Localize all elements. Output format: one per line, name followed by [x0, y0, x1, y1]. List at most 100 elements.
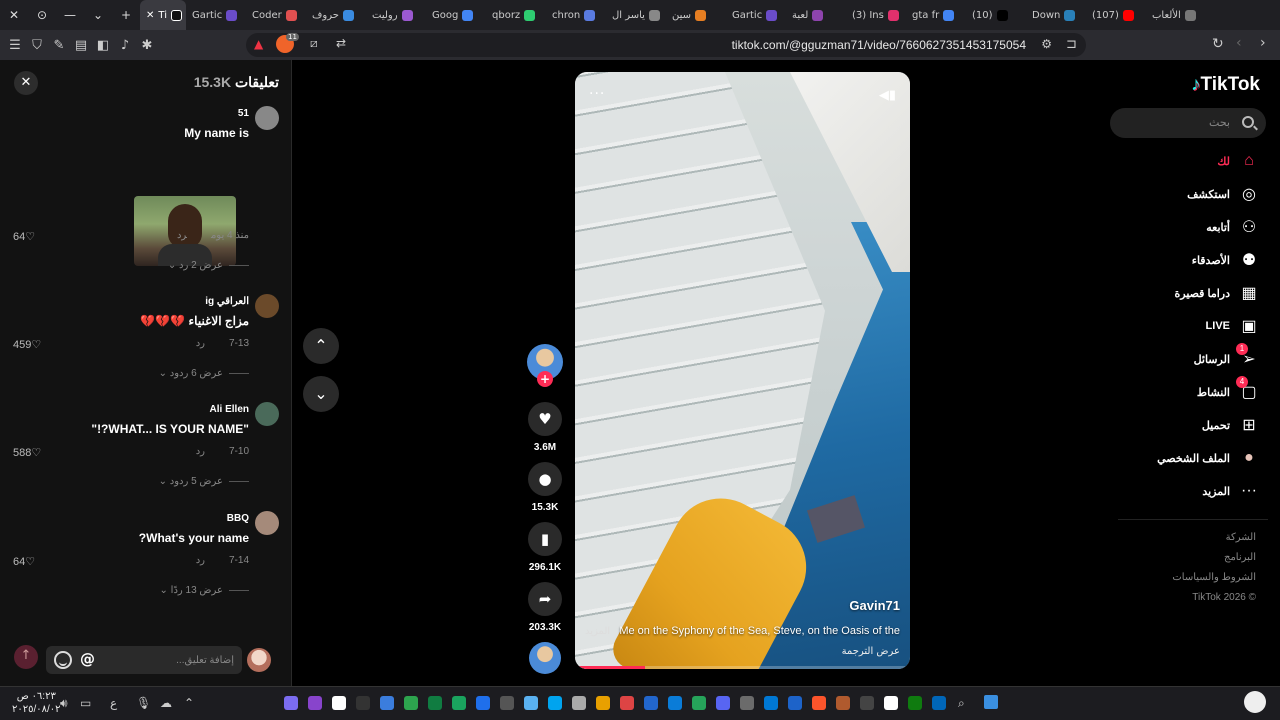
browser-tab[interactable]: gta fr: [906, 0, 966, 30]
close-comments-button[interactable]: ✕: [14, 71, 38, 95]
minimize-icon[interactable]: —: [56, 8, 84, 22]
see-translation-button[interactable]: عرض الترجمة: [842, 646, 900, 657]
footer-link[interactable]: البرنامج: [1224, 552, 1256, 563]
tab-search-icon[interactable]: ⊙: [28, 8, 56, 22]
save-button[interactable]: ▮: [528, 522, 562, 556]
view-replies-button[interactable]: عرض 2 رد ⌄: [168, 260, 249, 271]
sidebar-item-5[interactable]: ▣ LIVE: [1110, 313, 1260, 339]
caption-more-button[interactable]: المزيد: [585, 626, 610, 637]
sidebar-item-6[interactable]: ➢ 1 الرسائل: [1110, 343, 1260, 372]
close-window-icon[interactable]: ✕: [0, 8, 28, 22]
emoji-icon[interactable]: [54, 651, 72, 669]
taskbar-app-icon[interactable]: [812, 696, 826, 710]
music-disc-avatar[interactable]: [529, 642, 561, 674]
share-button[interactable]: ➦: [528, 582, 562, 616]
taskbar-app-icon[interactable]: [476, 696, 490, 710]
brush-icon[interactable]: ✎: [48, 38, 70, 53]
microphone-icon[interactable]: 🎙︎: [136, 696, 151, 710]
browser-tab[interactable]: (3) Ins: [846, 0, 906, 30]
more-options-icon[interactable]: ···: [589, 86, 605, 102]
footer-link[interactable]: © 2026 TikTok: [1192, 592, 1256, 603]
view-replies-button[interactable]: عرض 6 ردود ⌄: [159, 368, 249, 379]
browser-tab[interactable]: Goog: [426, 0, 486, 30]
new-tab-icon[interactable]: +: [112, 8, 140, 22]
avatar[interactable]: [255, 294, 279, 318]
back-icon[interactable]: ‹: [1236, 35, 1242, 51]
menu-icon[interactable]: ☰: [4, 38, 26, 53]
taskbar-app-icon[interactable]: [620, 696, 634, 710]
comment-username[interactable]: العراقي ig: [205, 296, 249, 307]
extensions-icon[interactable]: ✱: [136, 38, 158, 53]
next-video-button[interactable]: ⌄: [303, 376, 339, 412]
taskbar-app-icon[interactable]: [908, 696, 922, 710]
creator-avatar[interactable]: +: [527, 344, 563, 387]
search-icon[interactable]: [1242, 116, 1254, 128]
tray-expand-icon[interactable]: ⌃: [184, 696, 194, 710]
comment-likes[interactable]: 459♡: [13, 338, 41, 351]
taskbar-app-icon[interactable]: [860, 696, 874, 710]
reader-icon[interactable]: ▤: [70, 38, 92, 53]
comment-username[interactable]: Ali Ellen: [210, 404, 249, 415]
address-bar[interactable]: ▲ 11 ⧄ ⇄ tiktok.com/@gguzman71/video/766…: [246, 33, 1086, 57]
comment-likes[interactable]: 64♡: [13, 230, 35, 243]
video-author[interactable]: Gavin71: [849, 598, 900, 613]
heart-icon[interactable]: ♡: [25, 556, 35, 568]
sidebar-item-1[interactable]: ◎ استكشف: [1110, 181, 1260, 207]
avatar[interactable]: [255, 511, 279, 535]
sidebar-item-9[interactable]: ● الملف الشخصي: [1110, 445, 1260, 471]
taskbar-app-icon[interactable]: [404, 696, 418, 710]
site-settings-icon[interactable]: ⚙: [1041, 37, 1052, 51]
taskbar-app-icon[interactable]: [428, 696, 442, 710]
search-input[interactable]: [1120, 108, 1230, 138]
comment-likes[interactable]: 64♡: [13, 555, 35, 568]
taskbar-app-icon[interactable]: [284, 696, 298, 710]
taskbar-app-icon[interactable]: [452, 696, 466, 710]
shield-icon[interactable]: ⛉: [26, 38, 48, 53]
browser-tab[interactable]: ياسر ال: [606, 0, 666, 30]
tiktok-logo[interactable]: ♪TikTok: [1191, 74, 1260, 96]
browser-tab[interactable]: (10): [966, 0, 1026, 30]
browser-tab[interactable]: Down: [1026, 0, 1086, 30]
video-player[interactable]: ··· ◀▮ Gavin71 المزيد Me on the Syphony …: [575, 72, 910, 669]
sidebar-item-0[interactable]: ⌂ لك: [1110, 148, 1260, 174]
taskbar-app-icon[interactable]: [380, 696, 394, 710]
sidebar-item-8[interactable]: ⊞ تحميل: [1110, 412, 1260, 438]
no-sync-icon[interactable]: ⧄: [310, 36, 318, 51]
url-text[interactable]: tiktok.com/@gguzman71/video/766062735145…: [732, 38, 1026, 52]
taskbar-app-icon[interactable]: [692, 696, 706, 710]
browser-tab[interactable]: الألعاب: [1146, 0, 1222, 30]
comment-username[interactable]: BBQ: [227, 513, 249, 524]
sidebar-item-10[interactable]: ··· المزيد: [1110, 478, 1260, 504]
browser-tab[interactable]: Gartic: [726, 0, 786, 30]
taskbar-app-icon[interactable]: [884, 696, 898, 710]
taskbar-app-icon[interactable]: [740, 696, 754, 710]
reply-button[interactable]: رد: [196, 555, 205, 566]
browser-tab[interactable]: (107): [1086, 0, 1146, 30]
taskbar-app-icon[interactable]: [356, 696, 370, 710]
comment-username[interactable]: 51: [238, 108, 249, 119]
taskbar-app-icon[interactable]: [572, 696, 586, 710]
taskbar-app-icon[interactable]: [644, 696, 658, 710]
reply-button[interactable]: رد: [196, 338, 205, 349]
browser-tab[interactable]: Gartic: [186, 0, 246, 30]
start-button[interactable]: [984, 695, 998, 709]
previous-video-button[interactable]: ⌃: [303, 328, 339, 364]
heart-icon[interactable]: ♡: [31, 339, 41, 351]
reply-button[interactable]: رد: [177, 230, 187, 241]
onedrive-icon[interactable]: ☁: [160, 696, 172, 710]
reload-icon[interactable]: ↻: [1212, 36, 1224, 52]
taskbar-app-icon[interactable]: [524, 696, 538, 710]
taskbar-app-icon[interactable]: [668, 696, 682, 710]
browser-tab[interactable]: لعبة: [786, 0, 846, 30]
browser-tab[interactable]: حروف: [306, 0, 366, 30]
language-indicator[interactable]: ع: [110, 696, 117, 710]
footer-link[interactable]: الشروط والسياسات: [1172, 572, 1256, 583]
heart-icon[interactable]: ♡: [25, 231, 35, 243]
comment-likes[interactable]: 588♡: [13, 446, 41, 459]
taskbar-app-icon[interactable]: [500, 696, 514, 710]
taskbar-app-icon[interactable]: [548, 696, 562, 710]
search-icon[interactable]: ⌕: [958, 696, 965, 711]
translate-icon[interactable]: ⇄: [336, 36, 346, 50]
taskbar-app-icon[interactable]: [932, 696, 946, 710]
post-comment-button[interactable]: ↑: [14, 645, 38, 669]
